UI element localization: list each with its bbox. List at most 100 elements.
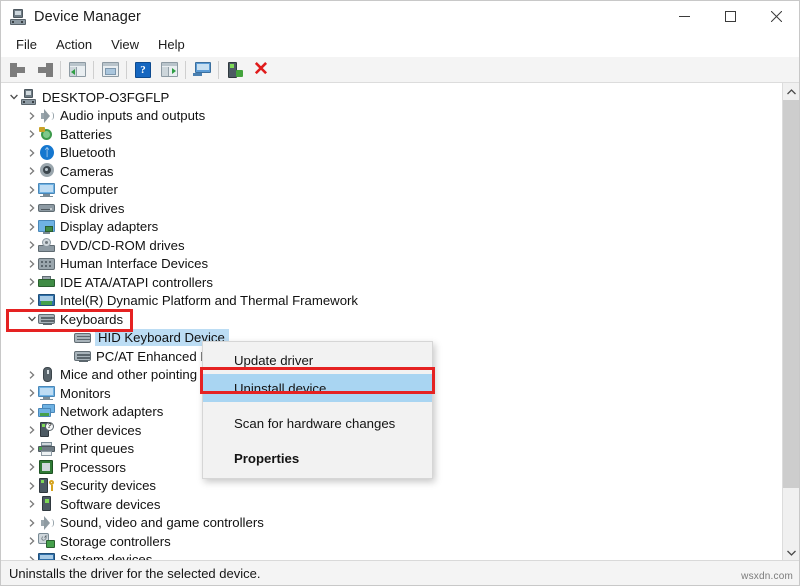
tree-item-label: Computer [60, 182, 122, 197]
camera-icon [38, 163, 55, 179]
chevron-right-icon[interactable] [25, 273, 38, 291]
tree-item-label: Mice and other pointing [60, 367, 201, 382]
uninstall-device-button[interactable]: ✕ [248, 58, 274, 82]
properties-button[interactable] [97, 58, 123, 82]
tree-item-label: DVD/CD-ROM drives [60, 238, 189, 253]
tree-item[interactable]: IDE ATA/ATAPI controllers [1, 273, 761, 292]
chevron-right-icon[interactable] [25, 236, 38, 254]
monitor-update-icon [193, 62, 211, 77]
chevron-right-icon[interactable] [25, 477, 38, 495]
menu-file[interactable]: File [7, 34, 46, 55]
chevron-right-icon[interactable] [25, 421, 38, 439]
chevron-right-icon[interactable] [25, 107, 38, 125]
menu-action[interactable]: Action [47, 34, 101, 55]
software-device-icon [38, 496, 55, 512]
tree-spacer [61, 329, 74, 347]
battery-icon [38, 126, 55, 142]
other-device-icon: ? [38, 422, 55, 438]
tree-item[interactable]: Sound, video and game controllers [1, 514, 761, 533]
window-controls [661, 1, 799, 32]
tree-item[interactable]: ᛏBluetooth [1, 144, 761, 163]
toolbar-separator [126, 61, 127, 79]
tree-item[interactable]: Intel(R) Dynamic Platform and Thermal Fr… [1, 292, 761, 311]
scroll-down-button[interactable] [783, 544, 799, 561]
tree-item[interactable]: Cameras [1, 162, 761, 181]
tree-item-label: Software devices [60, 497, 164, 512]
help-button[interactable]: ? [130, 58, 156, 82]
context-menu-item-update-driver[interactable]: Update driver [203, 346, 432, 374]
keyboard-device-icon [74, 330, 91, 346]
menu-bar: File Action View Help [1, 32, 799, 57]
back-arrow-icon [10, 63, 27, 77]
tree-item[interactable]: Computer [1, 181, 761, 200]
computer-icon [20, 89, 37, 105]
tree-item[interactable]: Human Interface Devices [1, 255, 761, 274]
intel-framework-icon [38, 293, 55, 309]
menu-help[interactable]: Help [149, 34, 194, 55]
chevron-right-icon[interactable] [25, 292, 38, 310]
keyboard-icon [38, 311, 55, 327]
show-hide-action-pane-button[interactable] [156, 58, 182, 82]
chevron-down-icon[interactable] [25, 310, 38, 328]
menu-view[interactable]: View [102, 34, 148, 55]
update-driver-button[interactable] [189, 58, 215, 82]
red-x-icon: ✕ [253, 60, 269, 79]
show-hide-console-tree-button[interactable] [64, 58, 90, 82]
chevron-right-icon[interactable] [25, 255, 38, 273]
tree-item[interactable]: Audio inputs and outputs [1, 107, 761, 126]
close-button[interactable] [753, 1, 799, 32]
window-title: Device Manager [34, 9, 141, 25]
tree-item[interactable]: Software devices [1, 495, 761, 514]
device-manager-window: Device Manager File Action View Help [0, 0, 800, 586]
context-menu-item-uninstall-device[interactable]: Uninstall device [203, 374, 432, 402]
chevron-right-icon[interactable] [25, 218, 38, 236]
context-menu-gap [203, 437, 432, 444]
scan-for-hardware-changes-button[interactable] [222, 58, 248, 82]
vertical-scrollbar[interactable] [782, 83, 799, 561]
tree-item[interactable]: DVD/CD-ROM drives [1, 236, 761, 255]
back-button[interactable] [5, 58, 31, 82]
tree-item[interactable]: Disk drives [1, 199, 761, 218]
chevron-right-icon[interactable] [25, 366, 38, 384]
tree-item-label: Cameras [60, 164, 118, 179]
maximize-button[interactable] [707, 1, 753, 32]
chevron-right-icon[interactable] [25, 162, 38, 180]
tree-item[interactable]: Keyboards [1, 310, 761, 329]
forward-button[interactable] [31, 58, 57, 82]
tree-item[interactable]: Batteries [1, 125, 761, 144]
tree-item-label: Keyboards [60, 312, 127, 327]
bluetooth-icon: ᛏ [38, 145, 55, 161]
chevron-right-icon[interactable] [25, 181, 38, 199]
minimize-button[interactable] [661, 1, 707, 32]
context-menu-item-scan-for-hardware-changes[interactable]: Scan for hardware changes [203, 409, 432, 437]
chevron-right-icon[interactable] [25, 532, 38, 550]
chevron-right-icon[interactable] [25, 125, 38, 143]
toolbar-separator [60, 61, 61, 79]
tree-item-label: Processors [60, 460, 130, 475]
tree-item-root[interactable]: DESKTOP-O3FGFLP [1, 88, 761, 107]
tree-item-label: Intel(R) Dynamic Platform and Thermal Fr… [60, 293, 362, 308]
tree-item-label: Network adapters [60, 404, 167, 419]
chevron-right-icon[interactable] [25, 144, 38, 162]
chevron-right-icon[interactable] [25, 403, 38, 421]
tree-item-label: Audio inputs and outputs [60, 108, 209, 123]
scroll-up-button[interactable] [783, 83, 799, 100]
tree-item[interactable]: Security devices [1, 477, 761, 496]
processor-icon [38, 459, 55, 475]
chevron-right-icon[interactable] [25, 514, 38, 532]
display-adapter-icon [38, 219, 55, 235]
scrollbar-thumb[interactable] [783, 100, 799, 488]
chevron-right-icon[interactable] [25, 440, 38, 458]
context-menu-item-properties[interactable]: Properties [203, 444, 432, 472]
tree-item[interactable]: ↺Storage controllers [1, 532, 761, 551]
tree-item[interactable]: Display adapters [1, 218, 761, 237]
chevron-right-icon[interactable] [25, 384, 38, 402]
context-menu: Update driver Uninstall device Scan for … [202, 341, 433, 479]
tree-item-label: Human Interface Devices [60, 256, 212, 271]
chevron-right-icon[interactable] [25, 199, 38, 217]
device-tree: DESKTOP-O3FGFLPAudio inputs and outputs B… [1, 88, 761, 561]
chevron-right-icon[interactable] [25, 495, 38, 513]
tree-item-label: Print queues [60, 441, 138, 456]
chevron-right-icon[interactable] [25, 458, 38, 476]
chevron-down-icon[interactable] [7, 88, 20, 106]
